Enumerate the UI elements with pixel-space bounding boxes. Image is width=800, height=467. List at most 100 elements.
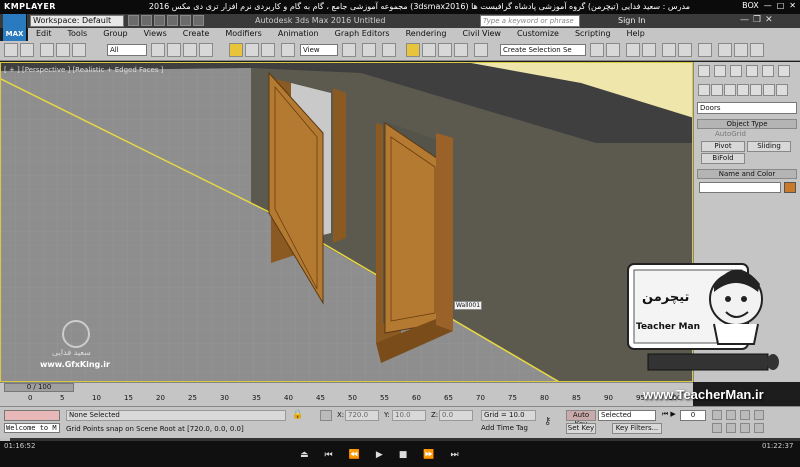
create-tab-icon[interactable] [698,65,710,77]
menu-item-help[interactable]: Help [619,28,653,41]
go-to-start-icon[interactable]: ⏮ [662,410,668,419]
render-production-icon[interactable] [750,43,764,57]
menu-item-tools[interactable]: Tools [60,28,96,41]
align-icon[interactable] [606,43,620,57]
app-minimize-icon[interactable]: — [740,15,749,25]
project-folder-icon[interactable] [193,15,204,26]
display-tab-icon[interactable] [762,65,774,77]
set-key-icon[interactable]: ⚷ [544,416,551,427]
app-logo-button[interactable]: MAX [3,14,27,42]
zoom-all-icon[interactable] [726,410,736,420]
maximize-icon[interactable]: □ [777,1,785,10]
pivot-door-button[interactable]: Pivot [701,141,745,152]
select-object-icon[interactable] [151,43,165,57]
zoom-icon[interactable] [712,410,722,420]
layer-explorer-icon[interactable] [626,43,640,57]
unlink-icon[interactable] [56,43,70,57]
workspace-dropdown[interactable]: Workspace: Default [30,15,124,27]
sign-in-button[interactable]: Sign In [618,16,645,25]
utilities-tab-icon[interactable] [778,65,790,77]
menu-item-create[interactable]: Create [175,28,218,41]
menu-item-customize[interactable]: Customize [509,28,567,41]
autogrid-checkbox[interactable]: AutoGrid [715,130,746,138]
rendered-frame-window-icon[interactable] [734,43,748,57]
player-stop-icon[interactable]: ■ [399,450,408,460]
menu-item-group[interactable]: Group [95,28,135,41]
key-selection-dropdown[interactable]: Selected [598,410,656,421]
systems-icon[interactable] [776,84,788,96]
key-filters-button[interactable]: Key Filters... [612,423,662,434]
player-open-icon[interactable]: ⏏ [300,450,309,460]
angle-snap-icon[interactable] [422,43,436,57]
selection-region-icon[interactable] [183,43,197,57]
app-close-icon[interactable]: ✕ [765,15,773,25]
viewport-label[interactable]: [ + ] [Perspective ] [Realistic + Edged … [4,66,163,74]
y-coordinate[interactable]: 10.0 [392,410,426,421]
spinner-snap-icon[interactable] [454,43,468,57]
object-color-swatch[interactable] [784,182,796,193]
menu-item-scripting[interactable]: Scripting [567,28,619,41]
player-next-icon[interactable]: ⏭ [451,450,459,460]
perspective-viewport[interactable] [0,62,693,382]
space-warps-icon[interactable] [763,84,775,96]
percent-snap-icon[interactable] [438,43,452,57]
track-bar[interactable]: 0 5 10 15 20 25 30 35 40 45 50 55 60 65 70 75 80 85 90 95 10… [28,394,688,404]
current-frame-field[interactable]: 0 [680,410,706,421]
app-restore-icon[interactable]: ❐ [753,15,761,25]
undo-icon[interactable] [167,15,178,26]
menu-item-rendering[interactable]: Rendering [398,28,455,41]
edit-named-selection-icon[interactable] [474,43,488,57]
maxscript-mini-listener[interactable]: Welcome to M [4,423,60,433]
object-type-rollout[interactable]: Object Type [697,119,797,129]
menu-item-modifiers[interactable]: Modifiers [217,28,270,41]
z-coordinate[interactable]: 0.0 [439,410,473,421]
bifold-door-button[interactable]: BiFold [701,153,745,164]
player-prev-icon[interactable]: ⏮ [325,450,333,460]
helpers-icon[interactable] [750,84,762,96]
name-and-color-rollout[interactable]: Name and Color [697,169,797,179]
bind-space-warp-icon[interactable] [72,43,86,57]
menu-item-views[interactable]: Views [136,28,175,41]
ribbon-icon[interactable] [642,43,656,57]
new-file-icon[interactable] [128,15,139,26]
menu-item-civil-view[interactable]: Civil View [454,28,509,41]
hierarchy-tab-icon[interactable] [730,65,742,77]
shapes-icon[interactable] [711,84,723,96]
maximize-viewport-icon[interactable] [754,423,764,433]
player-box-label[interactable]: BOX [742,1,759,10]
snaps-toggle-icon[interactable] [406,43,420,57]
player-progress[interactable] [0,438,800,441]
auto-key-button[interactable]: Auto Key [566,410,596,428]
object-category-dropdown[interactable]: Doors [697,102,797,114]
close-icon[interactable]: ✕ [789,1,796,10]
select-manipulate-icon[interactable] [362,43,376,57]
undo-tool-icon[interactable] [4,43,18,57]
zoom-extents-all-icon[interactable] [754,410,764,420]
cameras-icon[interactable] [737,84,749,96]
player-rewind-icon[interactable]: ⏪ [349,450,360,460]
named-selection-set-dropdown[interactable]: Create Selection Se [500,44,586,56]
selection-filter-dropdown[interactable]: All [107,44,147,56]
menu-item-edit[interactable]: Edit [28,28,60,41]
absolute-mode-icon[interactable] [320,410,332,421]
reference-coordinate-dropdown[interactable]: View [300,44,338,56]
rotate-icon[interactable] [245,43,259,57]
field-of-view-icon[interactable] [712,423,722,433]
time-slider[interactable]: 0 / 100 [4,383,74,392]
zoom-extents-icon[interactable] [740,410,750,420]
search-input[interactable]: Type a keyword or phrase [480,15,580,27]
redo-tool-icon[interactable] [20,43,34,57]
redo-icon[interactable] [180,15,191,26]
geometry-icon[interactable] [698,84,710,96]
maxscript-listener[interactable] [4,410,60,421]
set-key-button[interactable]: Set Key [566,423,596,434]
save-file-icon[interactable] [154,15,165,26]
player-forward-icon[interactable]: ⏩ [423,450,434,460]
play-icon[interactable]: ▶ [670,410,675,419]
x-coordinate[interactable]: 720.0 [345,410,379,421]
material-editor-icon[interactable] [698,43,712,57]
motion-tab-icon[interactable] [746,65,758,77]
player-play-icon[interactable]: ▶ [376,450,383,460]
scale-icon[interactable] [261,43,275,57]
sliding-door-button[interactable]: Sliding [747,141,791,152]
